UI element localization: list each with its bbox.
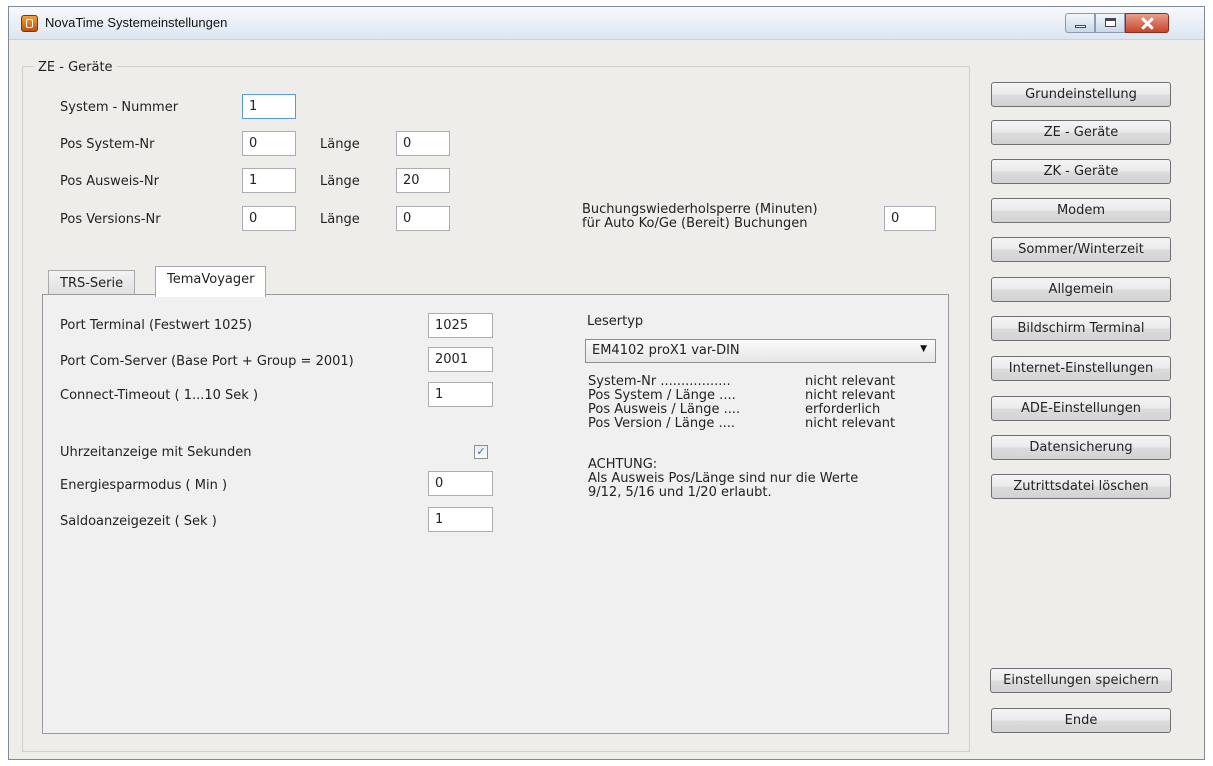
maximize-button[interactable]	[1095, 13, 1125, 33]
datensicherung-button[interactable]: Datensicherung	[991, 435, 1171, 460]
system-nummer-input[interactable]: 1	[242, 94, 296, 119]
warning-text-line2: 9/12, 5/16 und 1/20 erlaubt.	[588, 485, 772, 500]
info-row-right: nicht relevant	[805, 416, 896, 431]
port-terminal-label: Port Terminal (Festwert 1025)	[60, 318, 253, 333]
buchungssperre-label: Buchungswiederholsperre (Minuten) für Au…	[582, 202, 818, 231]
pos-system-label: Pos System-Nr	[60, 137, 155, 152]
zutrittsdatei-loeschen-button[interactable]: Zutrittsdatei löschen	[991, 474, 1171, 499]
energiespar-label: Energiesparmodus ( Min )	[60, 478, 228, 493]
pos-version-laenge-label: Länge	[320, 212, 360, 227]
pos-system-laenge-input[interactable]: 0	[396, 131, 450, 156]
port-com-server-label: Port Com-Server (Base Port + Group = 200…	[60, 354, 354, 369]
pos-system-laenge-label: Länge	[320, 137, 360, 152]
lesertyp-select[interactable]: EM4102 proX1 var-DIN ▼	[585, 339, 936, 363]
info-row-left: System-Nr .................	[588, 374, 731, 389]
info-row-left: Pos Version / Länge ....	[588, 416, 736, 431]
port-terminal-input[interactable]: 1025	[428, 313, 493, 338]
modem-button[interactable]: Modem	[991, 198, 1171, 223]
info-row-right: erforderlich	[805, 402, 881, 417]
pos-version-input[interactable]: 0	[242, 206, 296, 231]
title-bar[interactable]: NovaTime Systemeinstellungen	[9, 7, 1204, 40]
connect-timeout-input[interactable]: 1	[428, 382, 493, 407]
bildschirm-terminal-button[interactable]: Bildschirm Terminal	[991, 316, 1171, 341]
pos-ausweis-laenge-label: Länge	[320, 174, 360, 189]
pos-system-input[interactable]: 0	[242, 131, 296, 156]
lesertyp-selected: EM4102 proX1 var-DIN	[592, 343, 740, 358]
save-settings-button[interactable]: Einstellungen speichern	[990, 668, 1172, 693]
pos-ausweis-input[interactable]: 1	[242, 168, 296, 193]
connect-timeout-label: Connect-Timeout ( 1...10 Sek )	[60, 388, 259, 403]
allgemein-button[interactable]: Allgemein	[991, 277, 1171, 302]
ze-group-title: ZE - Geräte	[34, 60, 117, 75]
ze-geraete-button[interactable]: ZE - Geräte	[991, 120, 1171, 145]
close-button[interactable]	[1125, 13, 1169, 33]
energiespar-input[interactable]: 0	[428, 471, 493, 496]
pos-version-laenge-input[interactable]: 0	[396, 206, 450, 231]
lesertyp-label: Lesertyp	[587, 314, 644, 329]
window-title: NovaTime Systemeinstellungen	[45, 15, 228, 30]
chevron-down-icon: ▼	[920, 344, 927, 354]
info-row-right: nicht relevant	[805, 388, 896, 403]
sommer-winterzeit-button[interactable]: Sommer/Winterzeit	[991, 237, 1171, 262]
uhrzeit-checkbox[interactable]: ✓	[474, 445, 488, 459]
tab-temavoyager[interactable]: TemaVoyager	[155, 266, 267, 297]
warning-title: ACHTUNG:	[588, 457, 658, 472]
saldo-label: Saldoanzeigezeit ( Sek )	[60, 514, 217, 529]
system-nummer-label: System - Nummer	[60, 100, 179, 115]
uhrzeit-label: Uhrzeitanzeige mit Sekunden	[60, 445, 252, 460]
pos-version-label: Pos Versions-Nr	[60, 212, 161, 227]
app-icon	[21, 15, 38, 32]
info-row-left: Pos Ausweis / Länge ....	[588, 402, 741, 417]
zk-geraete-button[interactable]: ZK - Geräte	[991, 159, 1171, 184]
tab-trs-serie[interactable]: TRS-Serie	[48, 270, 136, 296]
ade-einstellungen-button[interactable]: ADE-Einstellungen	[991, 396, 1171, 421]
minimize-button[interactable]	[1065, 13, 1095, 33]
buchungssperre-input[interactable]: 0	[884, 206, 936, 231]
internet-einstellungen-button[interactable]: Internet-Einstellungen	[991, 356, 1171, 381]
port-com-server-input[interactable]: 2001	[428, 347, 493, 372]
info-row-right: nicht relevant	[805, 374, 896, 389]
saldo-input[interactable]: 1	[428, 507, 493, 532]
grundeinstellung-button[interactable]: Grundeinstellung	[991, 82, 1171, 107]
pos-ausweis-label: Pos Ausweis-Nr	[60, 174, 159, 189]
end-button[interactable]: Ende	[991, 708, 1171, 733]
warning-text-line1: Als Ausweis Pos/Länge sind nur die Werte	[588, 471, 859, 486]
pos-ausweis-laenge-input[interactable]: 20	[396, 168, 450, 193]
info-row-left: Pos System / Länge ....	[588, 388, 736, 403]
